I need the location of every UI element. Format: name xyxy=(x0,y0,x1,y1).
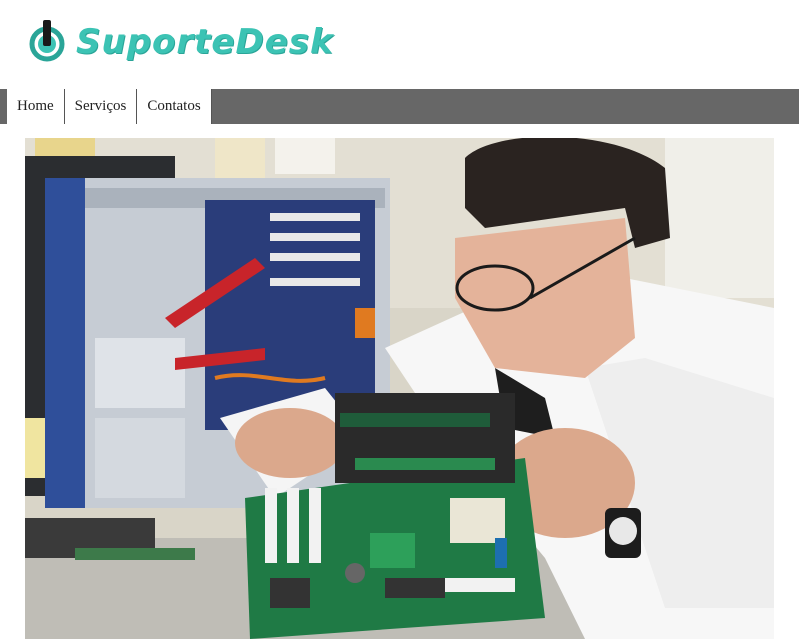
nav-list: Home Serviços Contatos xyxy=(7,89,212,124)
brand-name: SuporteDesk xyxy=(76,22,334,62)
hero-image xyxy=(25,138,774,639)
technician-photo xyxy=(25,138,774,639)
nav-item-servicos[interactable]: Serviços xyxy=(64,89,138,124)
nav-item-contatos[interactable]: Contatos xyxy=(137,89,212,124)
main-nav: Home Serviços Contatos xyxy=(0,89,799,124)
site-header: SuporteDesk xyxy=(0,0,799,88)
nav-item-home[interactable]: Home xyxy=(7,89,65,124)
power-icon xyxy=(29,20,65,62)
site-logo[interactable]: SuporteDesk xyxy=(28,16,334,64)
